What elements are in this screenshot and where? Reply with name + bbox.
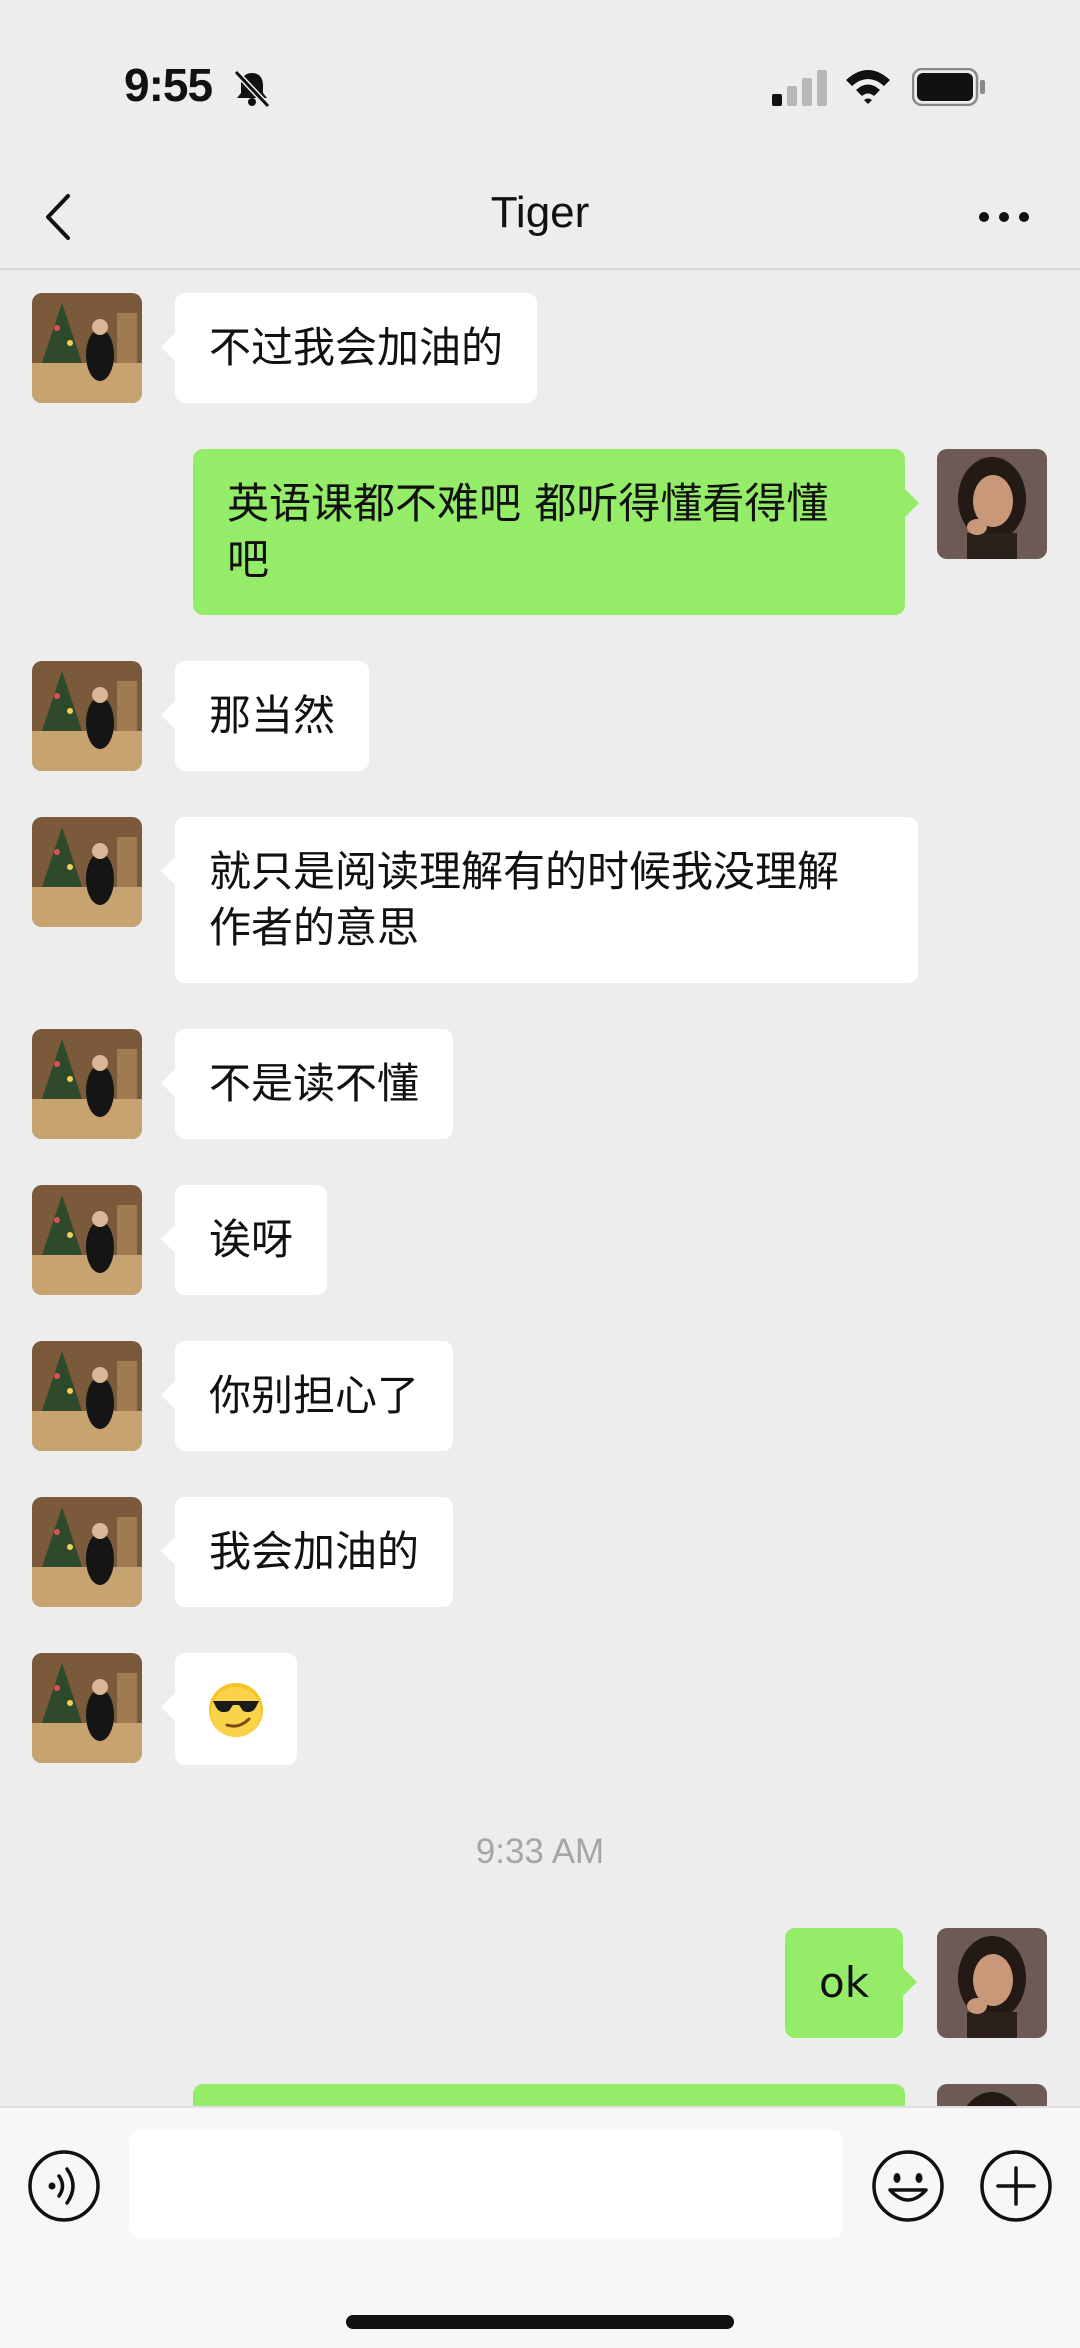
contact-avatar[interactable] (32, 661, 142, 771)
message-input[interactable] (129, 2130, 843, 2238)
contact-avatar[interactable] (32, 1341, 142, 1451)
contact-avatar[interactable] (32, 1497, 142, 1607)
smirking-sunglasses-emoji-icon (209, 1682, 263, 1737)
message-line: 英语课都不难吧 都听得懂看得懂 (227, 479, 829, 528)
voice-input-icon[interactable] (26, 2148, 102, 2224)
message-bubble[interactable]: 那当然 (160, 661, 370, 771)
message-bubble-partial[interactable] (193, 2084, 905, 2106)
my-avatar[interactable] (937, 449, 1047, 559)
message-bubble[interactable]: ok (785, 1928, 918, 2038)
bell-muted-icon (233, 69, 271, 108)
status-bar: 9:55 (0, 0, 1080, 170)
message-bubble[interactable]: 不过我会加油的 (160, 293, 538, 403)
plus-icon[interactable] (978, 2148, 1054, 2224)
battery-icon (912, 68, 985, 106)
cellular-signal-icon (772, 70, 827, 106)
message-bubble[interactable]: 我会加油的 (160, 1497, 454, 1607)
message-bubble[interactable]: 就只是阅读理解有的时候我没理解 作者的意思 (161, 817, 918, 983)
timestamp: 9:33 AM (475, 1832, 605, 1871)
chat-title: Tiger (490, 188, 590, 237)
message-list[interactable]: 不过我会加油的 英语课都不难吧 都听得懂看得懂 吧 那当然 就只是阅读理解有的时… (0, 272, 1080, 2106)
contact-avatar[interactable] (32, 1029, 142, 1139)
contact-avatar[interactable] (32, 1185, 142, 1295)
my-avatar[interactable] (937, 1928, 1047, 2038)
home-indicator (346, 2315, 734, 2329)
contact-avatar[interactable] (32, 293, 142, 403)
message-line: 吧 (227, 535, 270, 584)
more-options-icon[interactable] (974, 192, 1034, 242)
message-line: 作者的意思 (209, 903, 420, 952)
chat-header: Tiger (0, 170, 1080, 270)
status-time: 9:55 (124, 59, 213, 111)
contact-avatar[interactable] (32, 817, 142, 927)
contact-avatar[interactable] (32, 1653, 142, 1763)
message-bubble[interactable]: 英语课都不难吧 都听得懂看得懂 吧 (193, 449, 919, 615)
message-bubble[interactable]: 你别担心了 (160, 1341, 454, 1451)
message-bubble[interactable]: 诶呀 (160, 1185, 328, 1295)
input-bar (0, 2106, 1080, 2348)
wifi-icon (846, 70, 890, 104)
emoji-icon[interactable] (870, 2148, 946, 2224)
message-bubble[interactable]: 不是读不懂 (160, 1029, 454, 1139)
message-bubble[interactable] (161, 1653, 297, 1765)
message-line: 就只是阅读理解有的时候我没理解 (209, 847, 840, 896)
my-avatar[interactable] (937, 2084, 1047, 2106)
